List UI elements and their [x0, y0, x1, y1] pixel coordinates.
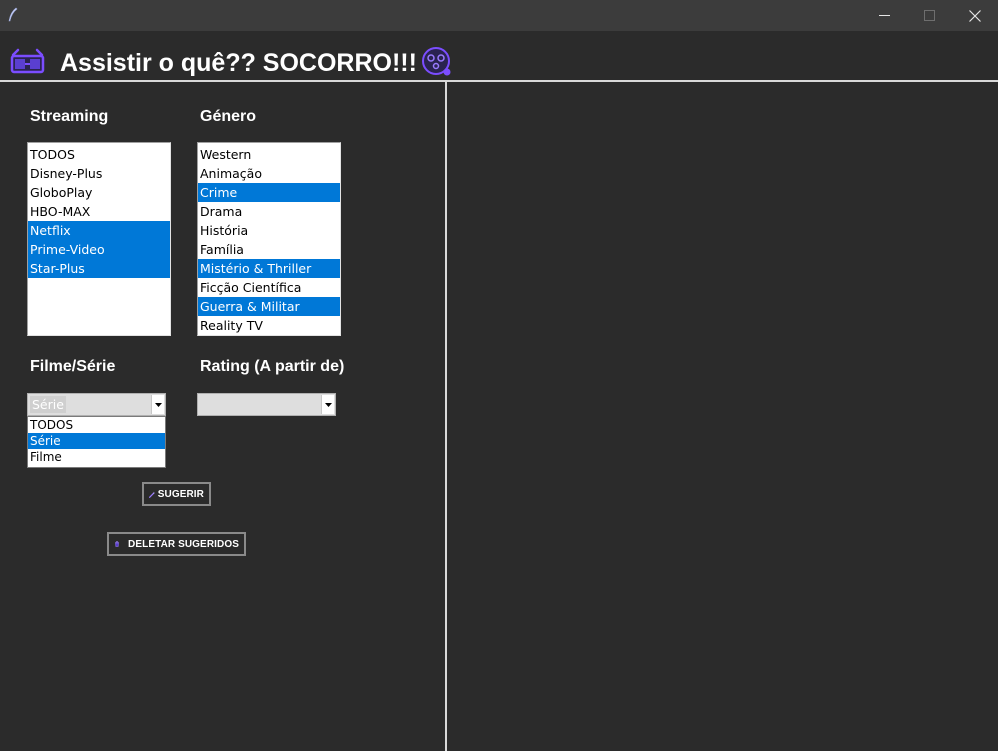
chevron-down-icon	[324, 402, 332, 407]
feather-icon	[8, 7, 18, 22]
genero-listbox[interactable]: Western Animação Crime Drama História Fa…	[197, 142, 341, 336]
list-item[interactable]: Ficção Científica	[198, 278, 340, 297]
dropdown-option[interactable]: Filme	[28, 449, 165, 465]
rating-combobox-value	[200, 396, 204, 413]
deletar-sugeridos-button[interactable]: DELETAR SUGERIDOS	[107, 532, 246, 556]
rating-label: Rating (A partir de)	[200, 358, 345, 375]
minimize-button[interactable]	[861, 0, 907, 31]
list-item[interactable]: Star-Plus	[28, 259, 170, 278]
list-item[interactable]: Netflix	[28, 221, 170, 240]
app-title: Assistir o quê?? SOCORRO!!!	[60, 49, 417, 77]
list-item[interactable]: Disney-Plus	[28, 164, 170, 183]
list-item[interactable]: Guerra & Militar	[198, 297, 340, 316]
3d-glasses-icon	[10, 48, 45, 74]
list-item[interactable]: Prime-Video	[28, 240, 170, 259]
dropdown-option[interactable]: TODOS	[28, 417, 165, 433]
tipo-combobox-value: Série	[30, 396, 66, 413]
list-item[interactable]: Família	[198, 240, 340, 259]
close-icon	[969, 9, 981, 22]
sugerir-label: SUGERIR	[157, 488, 204, 500]
panel-separator	[445, 82, 447, 751]
chevron-down-icon	[154, 402, 162, 407]
maximize-icon	[923, 10, 935, 21]
list-item[interactable]: Reality TV	[198, 316, 340, 335]
magic-wand-icon	[149, 491, 156, 498]
list-item[interactable]: História	[198, 221, 340, 240]
tipo-combobox[interactable]: Série	[27, 393, 166, 416]
minimize-icon	[878, 15, 890, 16]
trash-icon	[115, 541, 120, 547]
dropdown-option[interactable]: Série	[28, 433, 165, 449]
list-item[interactable]: Western	[198, 145, 340, 164]
dizzy-face-icon	[422, 47, 451, 76]
list-item[interactable]: Mistério & Thriller	[198, 259, 340, 278]
rating-dropdown-button[interactable]	[321, 395, 334, 414]
tipo-dropdown-button[interactable]	[151, 395, 164, 414]
list-item[interactable]: GloboPlay	[28, 183, 170, 202]
list-item[interactable]: HBO-MAX	[28, 202, 170, 221]
list-item[interactable]: Drama	[198, 202, 340, 221]
close-button[interactable]	[952, 0, 998, 31]
app-header: Assistir o quê?? SOCORRO!!!	[0, 31, 998, 81]
list-item[interactable]: Animação	[198, 164, 340, 183]
tipo-label: Filme/Série	[30, 358, 116, 375]
maximize-button[interactable]	[906, 0, 952, 31]
list-item[interactable]: TODOS	[28, 145, 170, 164]
deletar-label: DELETAR SUGERIDOS	[128, 538, 239, 550]
sugerir-button[interactable]: SUGERIR	[142, 482, 211, 506]
streaming-listbox[interactable]: TODOS Disney-Plus GloboPlay HBO-MAX Netf…	[27, 142, 171, 336]
window-titlebar[interactable]	[0, 0, 998, 31]
header-separator	[0, 80, 998, 82]
streaming-label: Streaming	[30, 108, 109, 125]
list-item[interactable]: Crime	[198, 183, 340, 202]
genero-label: Género	[200, 108, 257, 125]
tipo-dropdown-list[interactable]: TODOS Série Filme	[27, 416, 166, 468]
rating-combobox[interactable]	[197, 393, 336, 416]
